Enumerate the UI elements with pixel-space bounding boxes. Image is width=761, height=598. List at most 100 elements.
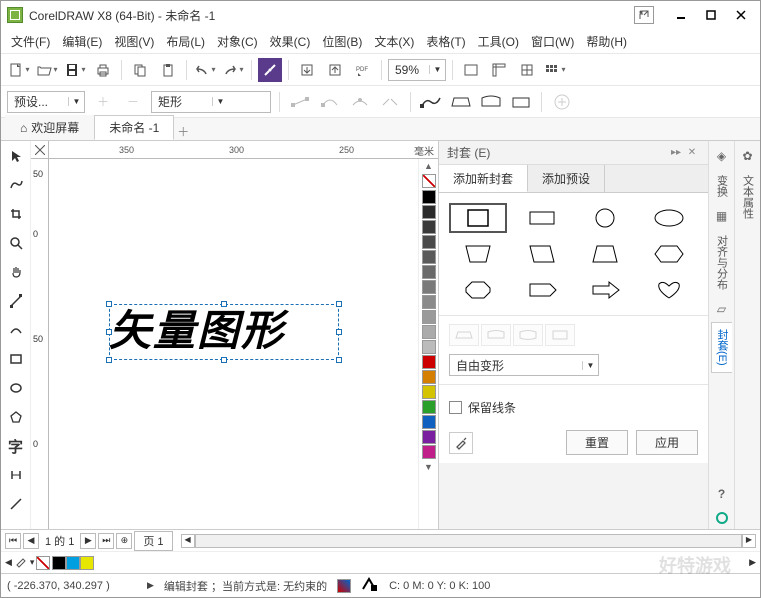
shape-tag[interactable] (513, 275, 571, 305)
envelope-mode1-icon[interactable] (419, 90, 443, 114)
canvas[interactable]: 矢量图形 (49, 159, 418, 529)
keep-lines-row[interactable]: 保留线条 (449, 393, 698, 422)
node-add-icon[interactable] (348, 90, 372, 114)
color-swatch[interactable] (422, 415, 436, 429)
pdf-button[interactable]: PDF (351, 58, 375, 82)
menu-table[interactable]: 表格(T) (420, 31, 471, 52)
color-swatch[interactable] (422, 385, 436, 399)
share-icon[interactable] (634, 6, 654, 24)
handle-mr[interactable] (336, 329, 342, 335)
undo-button[interactable]: ▾ (193, 58, 217, 82)
tab-welcome[interactable]: ⌂ 欢迎屏幕 (5, 115, 94, 140)
page-first-icon[interactable]: ⏮ (5, 533, 21, 549)
shape-square[interactable] (449, 203, 507, 233)
menu-file[interactable]: 文件(F) (5, 31, 56, 52)
page-add-icon[interactable]: ⊕ (116, 533, 132, 549)
grid-button[interactable] (515, 58, 539, 82)
selected-object[interactable]: 矢量图形 (109, 304, 339, 360)
menu-text[interactable]: 文本(X) (368, 31, 420, 52)
tool-pan[interactable] (5, 261, 27, 283)
print-button[interactable] (91, 58, 115, 82)
tool-connector[interactable] (5, 493, 27, 515)
tool-parallel[interactable] (5, 464, 27, 486)
reset-button[interactable]: 重置 (566, 430, 628, 455)
plus-button[interactable]: ＋ (91, 90, 115, 114)
zoom-input[interactable]: 59% ▼ (388, 59, 446, 81)
docker-close-icon[interactable]: ✕ (684, 147, 700, 158)
node-curve-icon[interactable] (318, 90, 342, 114)
shape-parallelogram[interactable] (513, 239, 571, 269)
menu-tools[interactable]: 工具(O) (472, 31, 525, 52)
align-icon[interactable]: ▦ (713, 207, 731, 225)
maximize-button[interactable] (698, 5, 724, 25)
envelope-mode3-icon[interactable] (479, 90, 503, 114)
eyedropper-button[interactable] (449, 432, 473, 454)
palette-swatch[interactable] (52, 556, 66, 570)
handle-tl[interactable] (106, 301, 112, 307)
vtab-transform[interactable]: 变换 (712, 169, 732, 203)
color-swatch[interactable] (422, 430, 436, 444)
menu-bitmap[interactable]: 位图(B) (316, 31, 368, 52)
envelope-mode2-icon[interactable] (449, 90, 473, 114)
color-swatch[interactable] (422, 280, 436, 294)
keep-lines-checkbox[interactable] (449, 401, 462, 414)
new-button[interactable]: ▾ (7, 58, 31, 82)
vtab-text-props[interactable]: 文本属性 (738, 169, 758, 225)
chevron-down-icon[interactable]: ▼ (68, 97, 84, 106)
palette-down-icon[interactable]: ▼ (419, 460, 438, 474)
page-last-icon[interactable]: ⏭ (98, 533, 114, 549)
tab-add-preset[interactable]: 添加预设 (528, 165, 605, 192)
menu-layout[interactable]: 布局(L) (160, 31, 211, 52)
color-swatch[interactable] (422, 325, 436, 339)
save-button[interactable]: ▾ (63, 58, 87, 82)
minimize-button[interactable] (668, 5, 694, 25)
menu-object[interactable]: 对象(C) (211, 31, 264, 52)
shape-combo[interactable]: 矩形 ▼ (151, 91, 271, 113)
tool-artistic[interactable] (5, 319, 27, 341)
envelope-mode4-icon[interactable] (509, 90, 533, 114)
redo-button[interactable]: ▾ (221, 58, 245, 82)
shape-hexagon[interactable] (640, 239, 698, 269)
chevron-down-icon[interactable]: ▼ (582, 361, 598, 370)
rulers-button[interactable] (487, 58, 511, 82)
color-swatch[interactable] (422, 400, 436, 414)
tool-rectangle[interactable] (5, 348, 27, 370)
paste-button[interactable] (156, 58, 180, 82)
import-button[interactable] (295, 58, 319, 82)
mode-straight-icon[interactable] (449, 324, 479, 346)
color-swatch[interactable] (422, 355, 436, 369)
color-swatch[interactable] (422, 220, 436, 234)
fullscreen-button[interactable] (459, 58, 483, 82)
shape-trapezoid1[interactable] (449, 239, 507, 269)
handle-ml[interactable] (106, 329, 112, 335)
transform-icon[interactable]: ◈ (713, 147, 731, 165)
status-outline-icon[interactable] (361, 577, 379, 594)
minus-button[interactable]: － (121, 90, 145, 114)
tool-polygon[interactable] (5, 406, 27, 428)
color-swatch[interactable] (422, 310, 436, 324)
ruler-origin[interactable] (31, 141, 49, 158)
open-button[interactable]: ▾ (35, 58, 59, 82)
shape-circle[interactable] (577, 203, 635, 233)
node-break-icon[interactable] (378, 90, 402, 114)
close-button[interactable] (728, 5, 754, 25)
mode-free-icon[interactable] (545, 324, 575, 346)
page-prev-icon[interactable]: ◀ (23, 533, 39, 549)
page-tab[interactable]: 页 1 (134, 531, 172, 551)
node-line-icon[interactable] (288, 90, 312, 114)
shape-trapezoid2[interactable] (577, 239, 635, 269)
tab-add-envelope[interactable]: 添加新封套 (439, 165, 528, 192)
export-button[interactable] (323, 58, 347, 82)
docker-collapse-icon[interactable]: ▸▸ (668, 147, 684, 158)
page-next-icon[interactable]: ▶ (80, 533, 96, 549)
chevron-down-icon[interactable]: ▼ (212, 97, 228, 106)
menu-help[interactable]: 帮助(H) (580, 31, 633, 52)
copy-button[interactable] (128, 58, 152, 82)
horizontal-scrollbar[interactable]: ◀▶ (181, 534, 756, 548)
vtab-align[interactable]: 对齐与分布 (712, 229, 732, 296)
ruler-vertical[interactable]: 50 0 50 0 (31, 159, 49, 529)
search-button[interactable] (258, 58, 282, 82)
palette-menu-icon[interactable]: ▾ (30, 557, 35, 568)
preset-combo[interactable]: 预设... ▼ (7, 91, 85, 113)
status-next-icon[interactable]: ▶ (147, 580, 154, 591)
